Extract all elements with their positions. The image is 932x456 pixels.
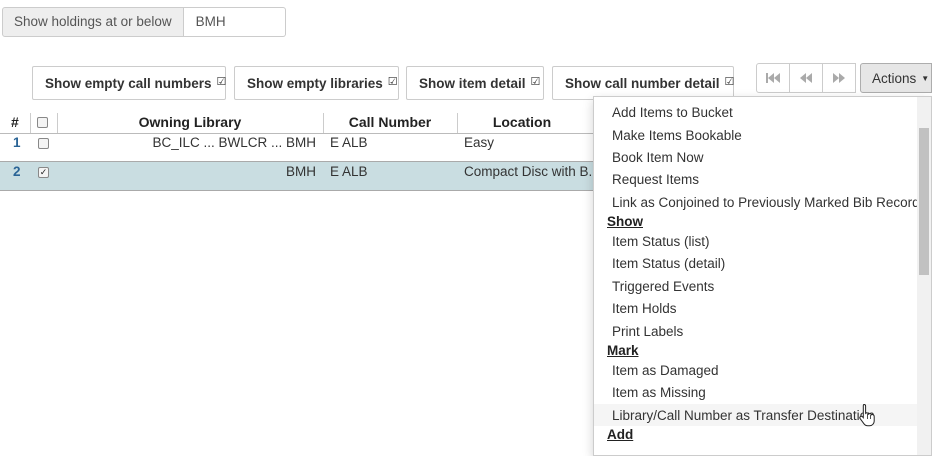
menu-item-item-holds[interactable]: Item Holds bbox=[612, 301, 677, 316]
row-select-checkbox[interactable] bbox=[38, 138, 49, 149]
owning-library-cell: BMH bbox=[286, 164, 316, 179]
toggle-label: Show item detail bbox=[419, 75, 526, 91]
menu-item-transfer-destination[interactable]: Library/Call Number as Transfer Destinat… bbox=[612, 408, 875, 423]
toggle-label: Show empty call numbers bbox=[45, 75, 212, 91]
menu-section-show: Show bbox=[607, 214, 643, 229]
checkbox-checked-icon[interactable]: ☑ bbox=[725, 75, 735, 88]
column-header-number[interactable]: # bbox=[11, 114, 19, 130]
row-select-checkbox-checked[interactable]: ✓ bbox=[38, 167, 49, 178]
toggle-label: Show call number detail bbox=[565, 75, 720, 91]
menu-item-item-as-missing[interactable]: Item as Missing bbox=[612, 385, 706, 400]
hand-pointer-cursor-icon bbox=[859, 403, 875, 427]
column-header-call-number[interactable]: Call Number bbox=[324, 114, 456, 130]
menu-item-item-as-damaged[interactable]: Item as Damaged bbox=[612, 363, 719, 378]
location-cell: Easy bbox=[464, 135, 495, 150]
first-page-icon bbox=[766, 73, 780, 83]
next-page-button[interactable] bbox=[822, 63, 856, 93]
toggle-label: Show empty libraries bbox=[247, 75, 383, 91]
menu-item-request-items[interactable]: Request Items bbox=[612, 172, 699, 187]
show-empty-call-numbers-toggle[interactable]: Show empty call numbers ☑ bbox=[32, 66, 226, 100]
show-empty-libraries-toggle[interactable]: Show empty libraries ☑ bbox=[234, 66, 399, 100]
column-header-owning-library[interactable]: Owning Library bbox=[58, 114, 322, 130]
menu-item-triggered-events[interactable]: Triggered Events bbox=[612, 279, 714, 294]
menu-item-book-item-now[interactable]: Book Item Now bbox=[612, 150, 704, 165]
call-number-cell: E ALB bbox=[330, 135, 368, 150]
menu-scrollbar[interactable] bbox=[917, 97, 931, 455]
previous-page-button[interactable] bbox=[789, 63, 823, 93]
select-all-checkbox[interactable] bbox=[37, 117, 48, 128]
checkbox-checked-icon[interactable]: ☑ bbox=[531, 75, 541, 88]
actions-dropdown-menu: Add Items to Bucket Make Items Bookable … bbox=[593, 96, 932, 456]
menu-item-print-labels[interactable]: Print Labels bbox=[612, 324, 683, 339]
column-header-location[interactable]: Location bbox=[458, 114, 586, 130]
menu-section-add: Add bbox=[607, 427, 634, 442]
menu-item-link-conjoined[interactable]: Link as Conjoined to Previously Marked B… bbox=[612, 195, 920, 210]
menu-scrollbar-thumb[interactable] bbox=[919, 128, 929, 275]
next-page-icon bbox=[833, 73, 845, 83]
row-number: 1 bbox=[13, 135, 21, 150]
menu-item-add-items-to-bucket[interactable]: Add Items to Bucket bbox=[612, 105, 733, 120]
menu-section-mark: Mark bbox=[607, 343, 639, 358]
holdings-filter-input[interactable]: BMH bbox=[183, 7, 286, 37]
owning-library-cell: BC_ILC ... BWLCR ... BMH bbox=[152, 135, 316, 150]
show-call-number-detail-toggle[interactable]: Show call number detail ☑ bbox=[552, 66, 734, 100]
holdings-filter-label: Show holdings at or below bbox=[2, 7, 184, 37]
call-number-cell: E ALB bbox=[330, 164, 368, 179]
previous-page-icon bbox=[800, 73, 812, 83]
actions-label: Actions bbox=[872, 70, 917, 86]
actions-button[interactable]: Actions ▼ bbox=[860, 63, 932, 93]
menu-item-item-status-list[interactable]: Item Status (list) bbox=[612, 234, 710, 249]
first-page-button[interactable] bbox=[756, 63, 790, 93]
location-cell: Compact Disc with B... bbox=[464, 164, 600, 179]
holdings-filter: Show holdings at or below BMH bbox=[2, 7, 286, 37]
caret-down-icon: ▼ bbox=[921, 73, 930, 83]
checkbox-checked-icon[interactable]: ☑ bbox=[217, 75, 227, 88]
menu-item-item-status-detail[interactable]: Item Status (detail) bbox=[612, 256, 725, 271]
row-number: 2 bbox=[13, 164, 21, 179]
checkbox-checked-icon[interactable]: ☑ bbox=[388, 75, 398, 88]
menu-item-make-items-bookable[interactable]: Make Items Bookable bbox=[612, 128, 742, 143]
show-item-detail-toggle[interactable]: Show item detail ☑ bbox=[406, 66, 544, 100]
